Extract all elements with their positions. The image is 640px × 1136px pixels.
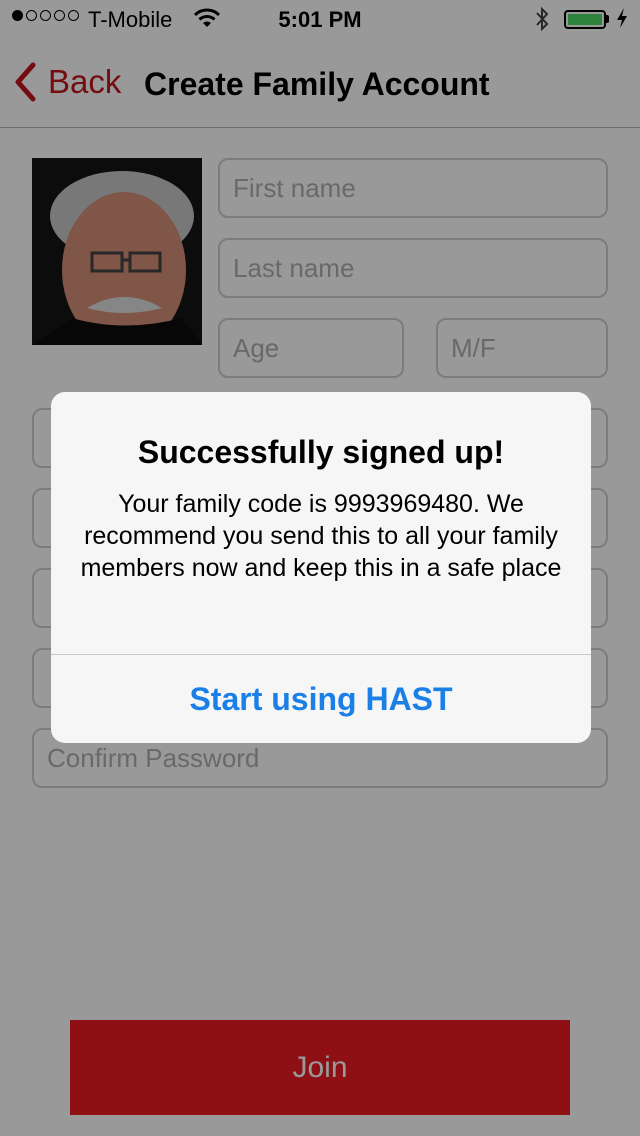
alert-title: Successfully signed up! [137,434,505,470]
start-using-button[interactable]: Start using HAST [51,655,591,743]
success-alert: Successfully signed up! Your family code… [51,392,591,743]
alert-message: Your family code is 9993969480. We recom… [80,490,562,582]
